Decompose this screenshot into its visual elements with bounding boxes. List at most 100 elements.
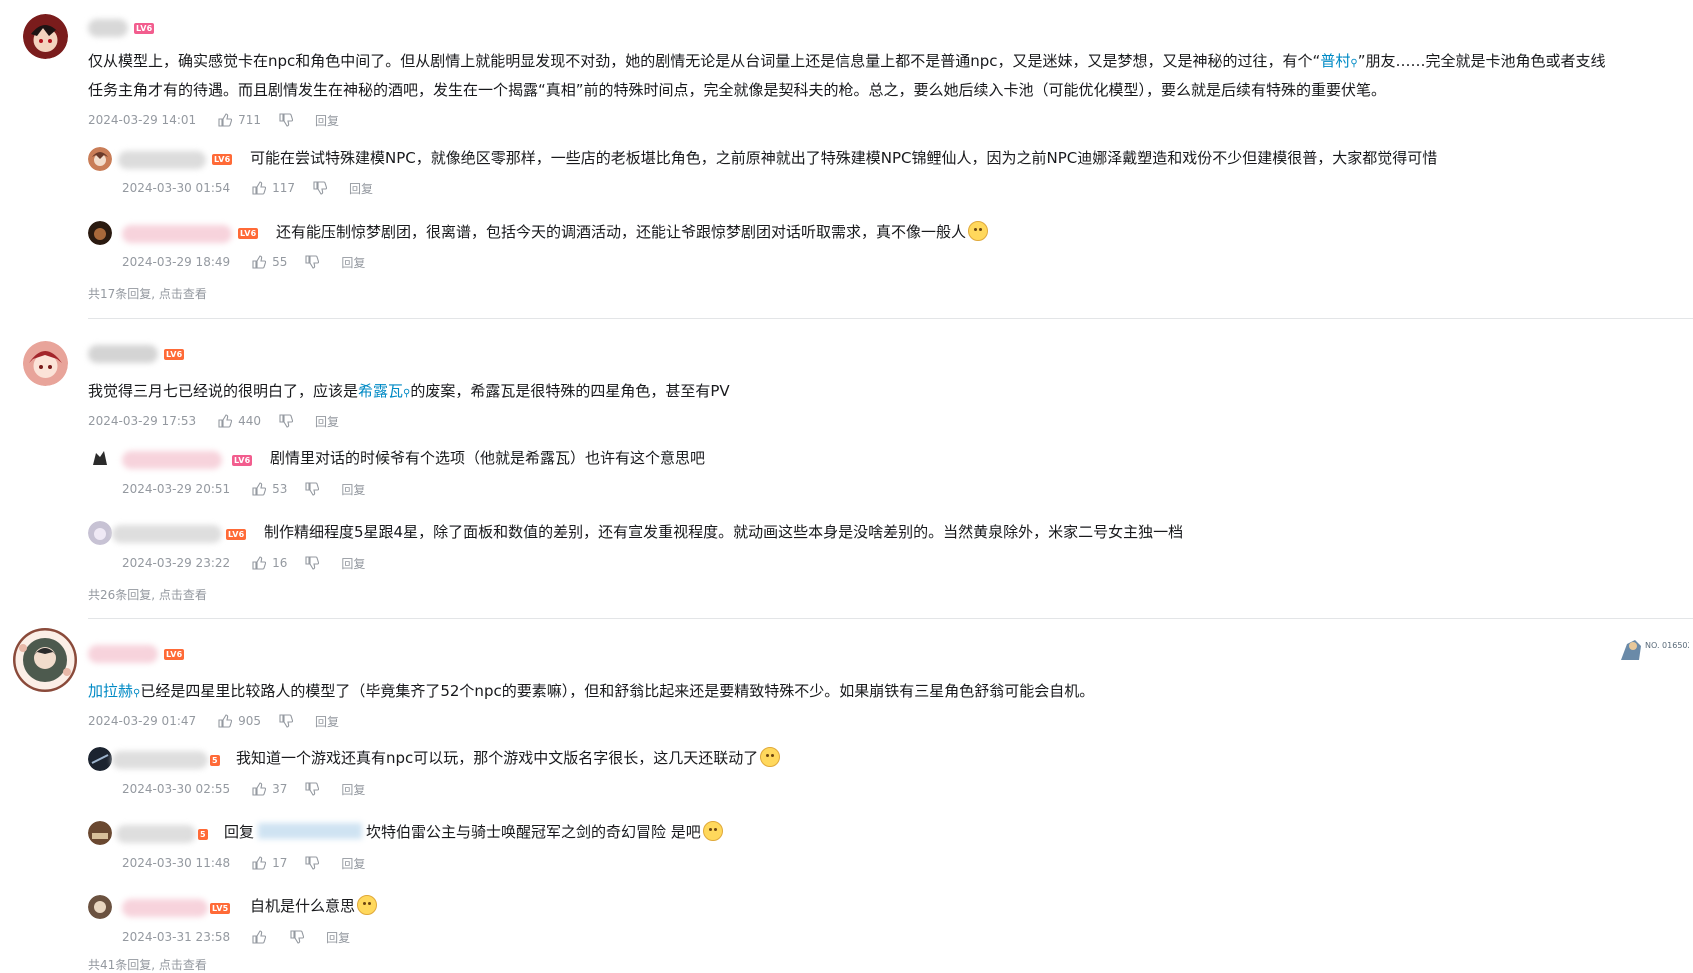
view-more-replies[interactable]: 共17条回复, 点击查看 — [88, 285, 207, 302]
reply-avatar[interactable] — [88, 521, 112, 545]
topic-link[interactable]: 加拉赫 — [88, 682, 133, 700]
dislike-button[interactable] — [279, 714, 294, 728]
badge-number: NO. 016502 — [1645, 641, 1689, 650]
reply-prefix: 回复 — [224, 823, 255, 841]
reply-meta: 2024-03-30 02:55 37 回复 — [122, 780, 365, 798]
divider — [88, 618, 1693, 619]
search-icon: ⚲ — [1350, 58, 1358, 69]
like-button[interactable]: 711 — [218, 113, 261, 127]
topic-link[interactable]: 希露瓦 — [358, 382, 403, 400]
reply-avatar[interactable] — [88, 221, 112, 245]
reply-text: 可能在尝试特殊建模NPC，就像绝区零那样，一些店的老板堪比角色，之前原神就出了特… — [250, 149, 1438, 167]
dislike-button[interactable] — [279, 113, 294, 127]
like-button[interactable]: 117 — [252, 181, 295, 195]
reply-avatar[interactable] — [88, 747, 112, 771]
like-button[interactable] — [252, 930, 272, 944]
timestamp: 2024-03-29 20:51 — [122, 482, 231, 496]
username-blurred[interactable] — [88, 19, 128, 37]
thumbs-down-icon — [305, 782, 320, 796]
username-blurred[interactable] — [118, 151, 206, 169]
thumbs-down-icon — [305, 255, 320, 269]
tongue-emoji-icon — [702, 821, 723, 841]
like-button[interactable]: 53 — [252, 482, 287, 496]
dislike-button[interactable] — [305, 556, 320, 570]
reply-text: 制作精细程度5星跟4星，除了面板和数值的差别，还有宣发重视程度。就动画这些本身是… — [264, 523, 1184, 541]
level-badge: LV6 — [164, 649, 185, 660]
username-blurred[interactable] — [112, 751, 208, 769]
reply-avatar[interactable] — [88, 147, 112, 171]
username-blurred[interactable] — [88, 345, 158, 363]
comment-content: 加拉赫⚲已经是四星里比较路人的模型了（毕竟集齐了52个npc的要素嘛），但和舒翁… — [88, 682, 1095, 700]
timestamp: 2024-03-29 23:22 — [122, 556, 231, 570]
level-badge: LV6 — [212, 154, 233, 165]
like-button[interactable]: 37 — [252, 782, 287, 796]
reply-avatar[interactable] — [88, 895, 112, 919]
timestamp: 2024-03-30 02:55 — [122, 782, 231, 796]
comment-content: 仅从模型上，确实感觉卡在npc和角色中间了。但从剧情上就能明显发现不对劲，她的剧… — [88, 52, 1606, 99]
username-blurred[interactable] — [122, 451, 222, 469]
reply-button[interactable]: 回复 — [341, 254, 365, 271]
username-blurred[interactable] — [122, 225, 232, 243]
reply-button[interactable]: 回复 — [341, 855, 365, 872]
thinking-emoji-icon — [968, 221, 989, 241]
user-avatar-framed[interactable] — [13, 628, 77, 692]
thumbs-up-icon — [252, 482, 267, 496]
view-more-replies[interactable]: 共26条回复, 点击查看 — [88, 586, 207, 603]
level-badge: LV6 — [232, 455, 253, 466]
user-avatar[interactable] — [23, 14, 68, 59]
reply-button[interactable]: 回复 — [326, 929, 350, 946]
comment-meta: 2024-03-29 17:53 440 回复 — [88, 412, 339, 430]
like-button[interactable]: 440 — [218, 414, 261, 428]
reply-button[interactable]: 回复 — [349, 180, 373, 197]
thumbs-down-icon — [305, 556, 320, 570]
reply-avatar[interactable] — [88, 821, 112, 845]
thumbs-up-icon — [252, 181, 267, 195]
view-more-replies[interactable]: 共41条回复, 点击查看 — [88, 956, 207, 973]
reply-button[interactable]: 回复 — [315, 713, 339, 730]
topic-link[interactable]: 普村 — [1320, 52, 1350, 70]
username-blurred[interactable] — [122, 899, 208, 917]
thinking-emoji-icon — [357, 895, 378, 915]
timestamp: 2024-03-29 17:53 — [88, 414, 197, 428]
reply-button[interactable]: 回复 — [341, 555, 365, 572]
thumbs-down-icon — [313, 181, 328, 195]
timestamp: 2024-03-30 11:48 — [122, 856, 231, 870]
timestamp: 2024-03-29 01:47 — [88, 714, 197, 728]
reply-button[interactable]: 回复 — [341, 781, 365, 798]
reply-meta: 2024-03-31 23:58 回复 — [122, 928, 350, 946]
level-badge: LV6 — [238, 228, 259, 239]
dislike-button[interactable] — [305, 782, 320, 796]
mention-blurred[interactable] — [258, 823, 363, 839]
username-blurred[interactable] — [88, 645, 158, 663]
thumbs-down-icon — [305, 482, 320, 496]
reply-button[interactable]: 回复 — [315, 413, 339, 430]
like-button[interactable]: 55 — [252, 255, 287, 269]
thumbs-up-icon — [252, 255, 267, 269]
dog-emoji-icon — [760, 747, 781, 767]
reply-meta: 2024-03-30 11:48 17 回复 — [122, 854, 365, 872]
timestamp: 2024-03-31 23:58 — [122, 930, 231, 944]
dislike-button[interactable] — [279, 414, 294, 428]
dislike-button[interactable] — [305, 482, 320, 496]
dislike-button[interactable] — [305, 856, 320, 870]
reply-meta: 2024-03-29 20:51 53 回复 — [122, 480, 365, 498]
timestamp: 2024-03-29 18:49 — [122, 255, 231, 269]
reply-avatar[interactable] — [88, 447, 112, 471]
divider — [88, 318, 1693, 319]
dislike-button[interactable] — [305, 255, 320, 269]
username-blurred[interactable] — [116, 825, 196, 843]
thumbs-up-icon — [252, 856, 267, 870]
dislike-button[interactable] — [290, 930, 305, 944]
user-avatar[interactable] — [23, 341, 68, 386]
reply-button[interactable]: 回复 — [341, 481, 365, 498]
reply-text: 还有能压制惊梦剧团，很离谱，包括今天的调酒活动，还能让爷跟惊梦剧团对话听取需求，… — [276, 221, 989, 243]
like-button[interactable]: 17 — [252, 856, 287, 870]
reply-button[interactable]: 回复 — [315, 112, 339, 129]
reply-text: 剧情里对话的时候爷有个选项（他就是希露瓦）也许有这个意思吧 — [270, 449, 706, 467]
like-button[interactable]: 16 — [252, 556, 287, 570]
reply-meta: 2024-03-30 01:54 117 回复 — [122, 179, 373, 197]
like-button[interactable]: 905 — [218, 714, 261, 728]
dislike-button[interactable] — [313, 181, 328, 195]
username-blurred[interactable] — [112, 525, 222, 543]
thumbs-down-icon — [279, 113, 294, 127]
